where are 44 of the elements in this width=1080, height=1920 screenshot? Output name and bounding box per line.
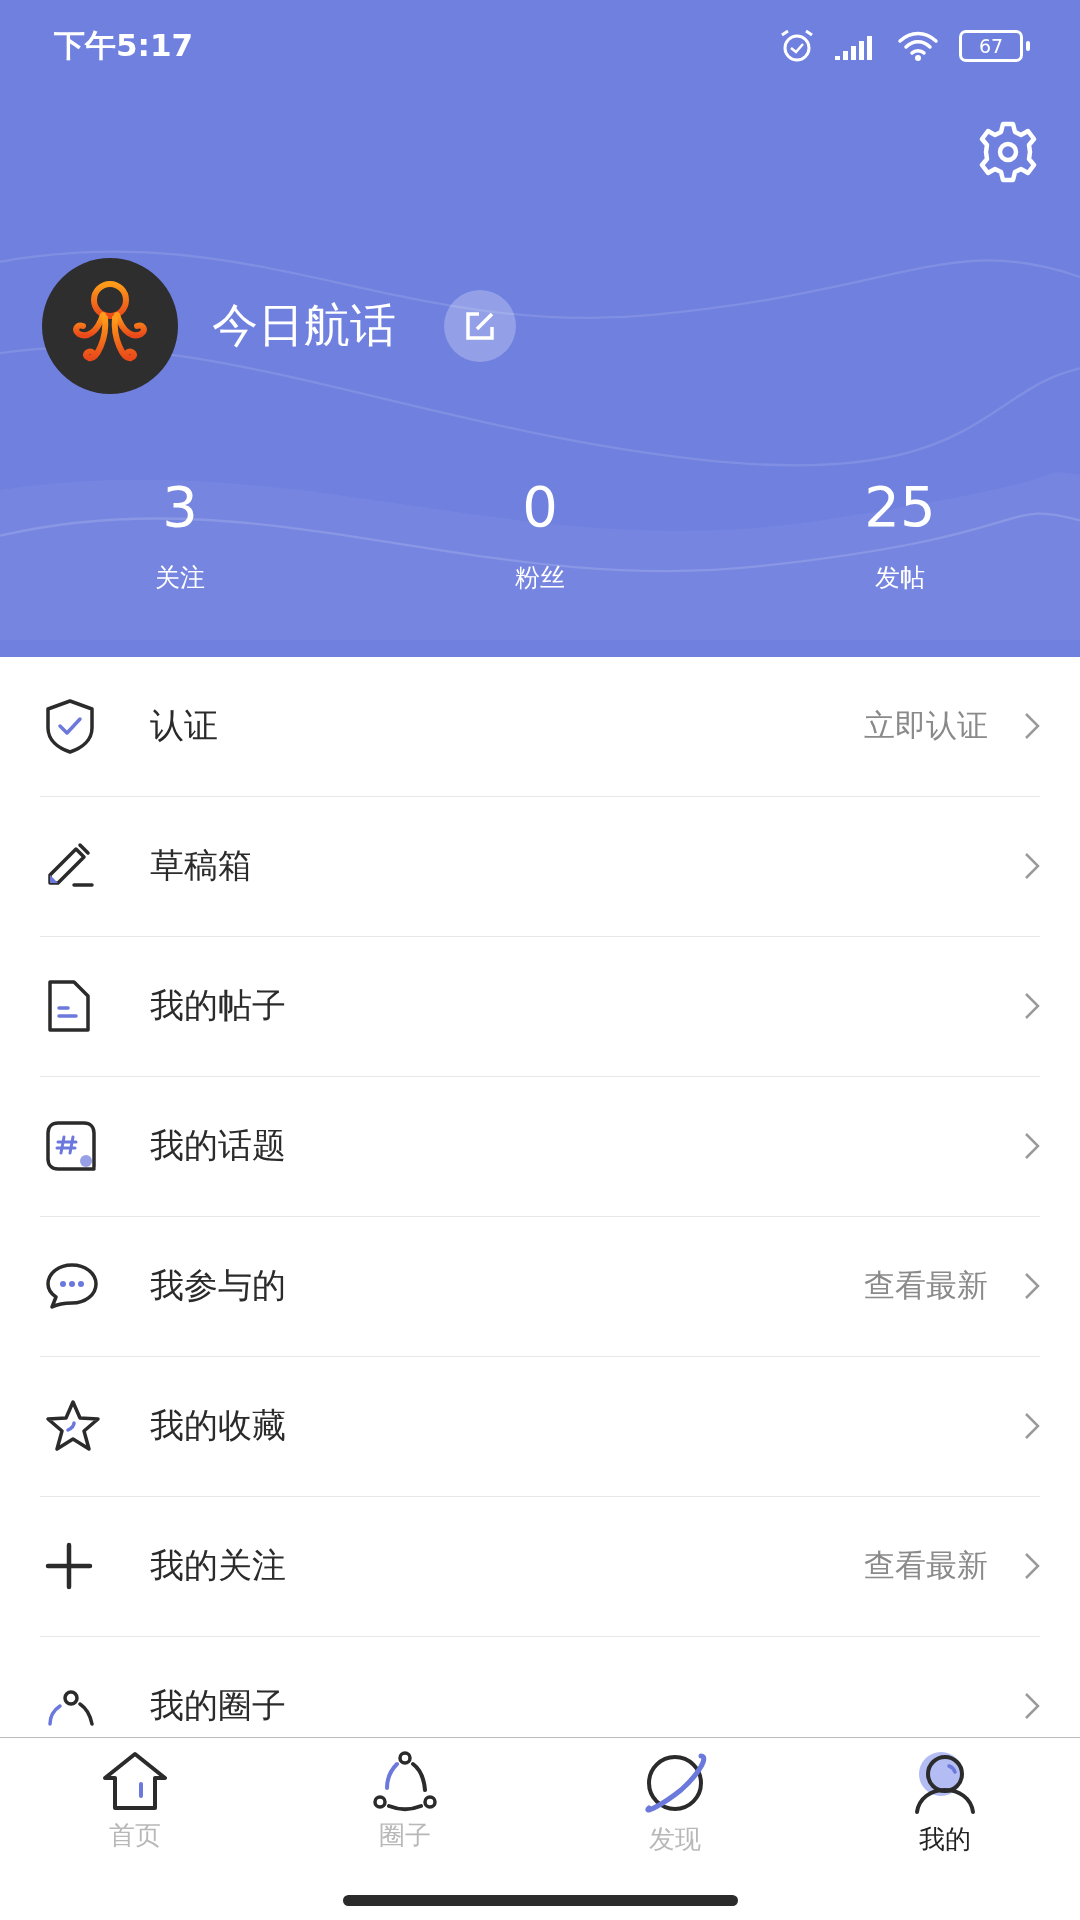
- menu-label: 我的话题: [150, 1124, 287, 1168]
- menu-row[interactable]: 我的收藏: [40, 1356, 1040, 1497]
- chat-bubble-icon: [44, 1261, 100, 1312]
- chevron-right-icon: [1024, 992, 1040, 1021]
- alarm-icon: [779, 29, 815, 63]
- wifi-icon: [897, 30, 939, 62]
- chevron-right-icon: [1024, 852, 1040, 881]
- menu-row[interactable]: 我参与的 查看最新: [40, 1216, 1040, 1357]
- tab[interactable]: 我的: [810, 1750, 1080, 1858]
- circle-nodes-icon: [371, 1750, 439, 1813]
- menu-row[interactable]: 我的关注 查看最新: [40, 1496, 1040, 1637]
- home-icon: [101, 1750, 169, 1813]
- chevron-right-icon: [1024, 1552, 1040, 1581]
- plus-icon: [44, 1541, 94, 1592]
- menu-hint: 查看最新: [864, 1266, 988, 1306]
- status-time: 下午5:17: [54, 26, 194, 65]
- stat-value: 0: [522, 474, 558, 539]
- menu-row[interactable]: 认证 立即认证: [40, 656, 1040, 797]
- menu-label: 我的圈子: [150, 1684, 287, 1728]
- menu-label: 草稿箱: [150, 844, 253, 888]
- shield-check-icon: [44, 698, 96, 755]
- menu-label: 我的关注: [150, 1544, 287, 1588]
- chevron-right-icon: [1024, 1132, 1040, 1161]
- chevron-right-icon: [1024, 1272, 1040, 1301]
- menu-hint: 立即认证: [864, 706, 988, 746]
- edit-icon: [465, 311, 495, 341]
- stat-value: 25: [864, 474, 936, 539]
- chevron-right-icon: [1024, 1412, 1040, 1441]
- chevron-right-icon: [1024, 712, 1040, 741]
- hashtag-icon: [44, 1119, 98, 1174]
- menu-label: 认证: [150, 704, 219, 748]
- stat-label: 发帖: [875, 562, 925, 594]
- menu-hint: 查看最新: [864, 1546, 988, 1586]
- stat-value: 3: [162, 474, 198, 539]
- menu-label: 我的帖子: [150, 984, 287, 1028]
- menu-row[interactable]: 我的帖子: [40, 936, 1040, 1077]
- stat-label: 关注: [155, 562, 205, 594]
- chevron-right-icon: [1024, 1692, 1040, 1721]
- stat-label: 粉丝: [515, 562, 565, 594]
- menu-row[interactable]: 草稿箱: [40, 796, 1040, 937]
- menu-label: 我参与的: [150, 1264, 287, 1308]
- menu-label: 我的收藏: [150, 1404, 287, 1448]
- menu-row[interactable]: 我的话题: [40, 1076, 1040, 1217]
- user-name: 今日航话: [212, 297, 396, 354]
